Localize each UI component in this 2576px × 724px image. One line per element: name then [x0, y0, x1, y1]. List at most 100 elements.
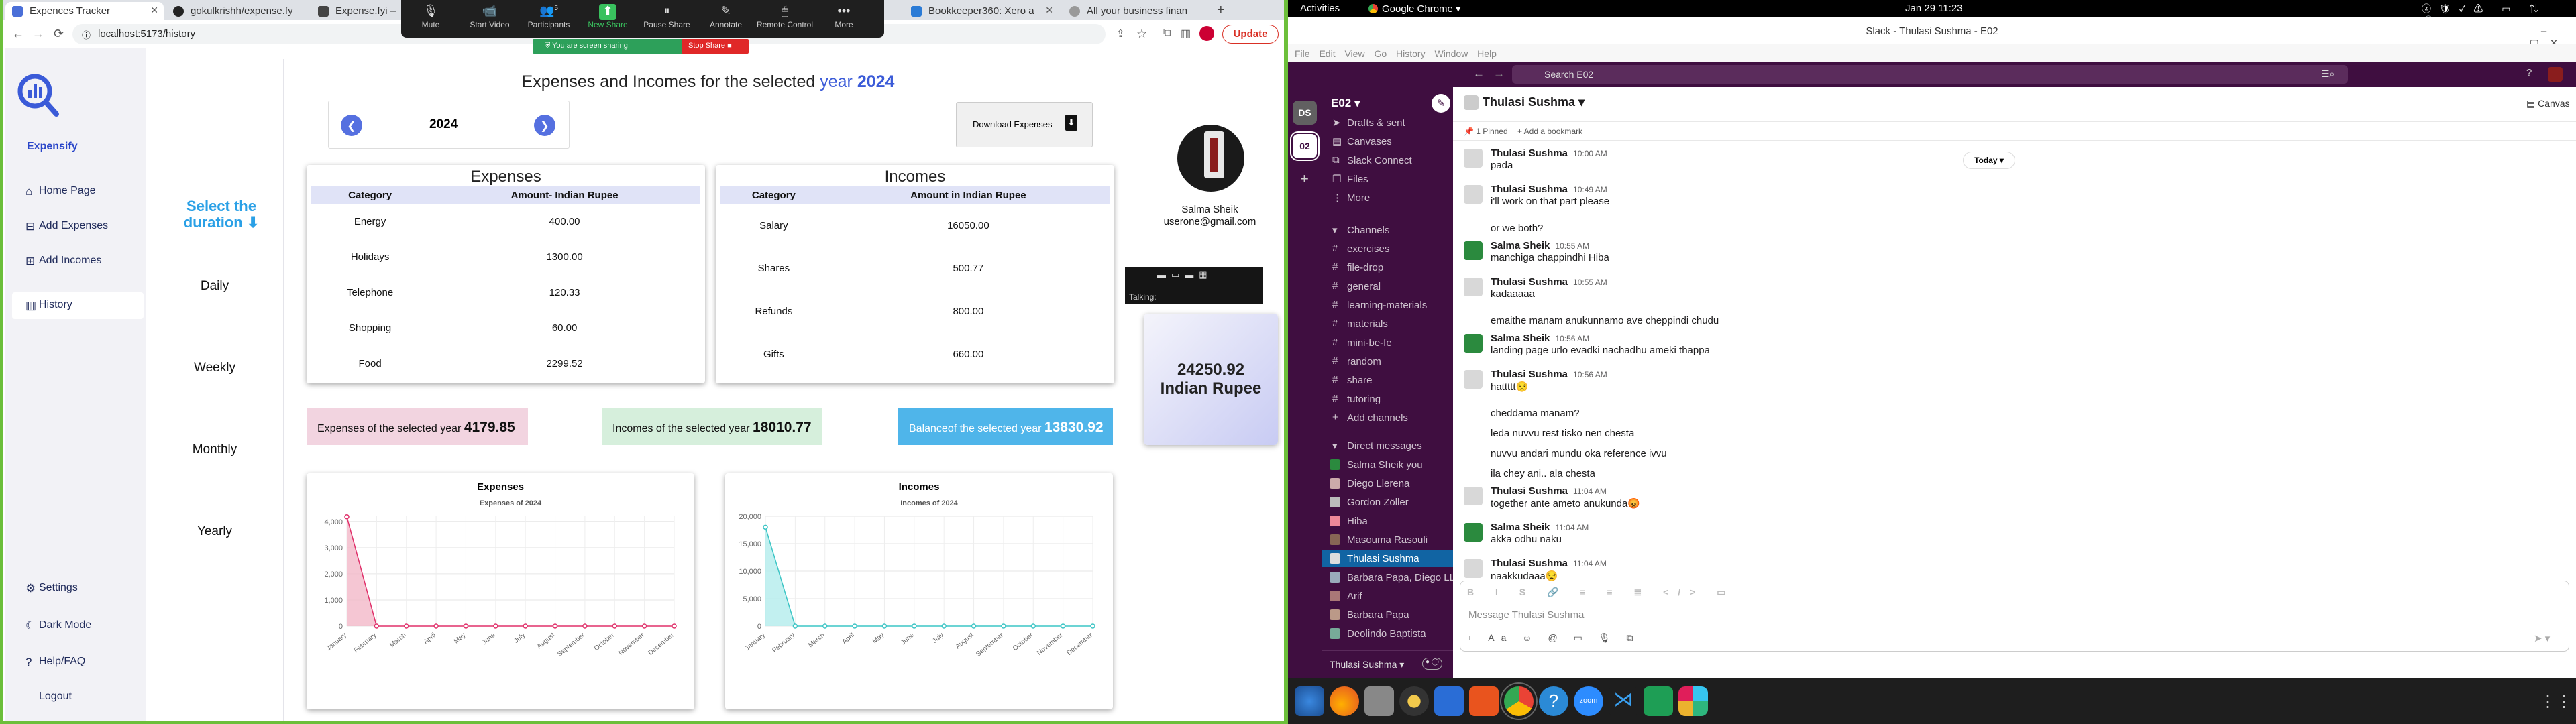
sidebar-item-settings[interactable]: ⚙ Settings	[12, 575, 144, 602]
chrome-update-button[interactable]: Update	[1222, 25, 1279, 44]
browser-tab[interactable]: Bookkeeper360: Xero a ✕	[904, 2, 1059, 20]
avatar[interactable]	[1464, 149, 1483, 168]
channel-item[interactable]: # share	[1322, 371, 1453, 389]
send-icon[interactable]: ➤ ▾	[2534, 632, 2550, 644]
avatar[interactable]	[1464, 370, 1483, 389]
files-icon[interactable]	[1364, 686, 1394, 716]
avatar[interactable]	[1464, 185, 1483, 204]
zoom-pause-share-button[interactable]: ⏸ Pause Share	[637, 4, 696, 29]
dm-item-selected[interactable]: Thulasi Sushma	[1322, 550, 1453, 567]
dm-item[interactable]: Deolindo Baptista	[1322, 625, 1453, 642]
show-apps-icon[interactable]: ⋮⋮⋮	[2540, 686, 2576, 716]
zoom-participants-button[interactable]: 👥5 Participants	[519, 4, 578, 29]
site-info-icon[interactable]: ⓘ	[82, 28, 91, 41]
previous-year-button[interactable]: ❮	[341, 115, 362, 136]
message-sender[interactable]: Salma Sheik 10:55 AM	[1491, 240, 1589, 251]
message-sender[interactable]: Thulasi Sushma 10:49 AM	[1491, 184, 1607, 195]
browser-tab[interactable]: All your business finan	[1063, 2, 1197, 20]
thunderbird-icon[interactable]	[1295, 686, 1324, 716]
dm-item[interactable]: Gordon Zöller	[1322, 493, 1453, 511]
dm-section-header[interactable]: ▾ Direct messages	[1322, 437, 1453, 455]
help-icon[interactable]: ?	[2526, 67, 2532, 78]
dm-item[interactable]: Masouma Rasouli	[1322, 531, 1453, 548]
message-sender[interactable]: Thulasi Sushma 11:04 AM	[1491, 558, 1607, 569]
avatar[interactable]	[1464, 523, 1483, 542]
sidebar-item-canvases[interactable]: ▤ Canvases	[1322, 133, 1453, 150]
share-icon[interactable]: ⇪	[1116, 27, 1125, 40]
sidebar-item-add-incomes[interactable]: ⊞ Add Incomes	[12, 248, 144, 275]
sidebar-item-history[interactable]: ▥ History	[12, 292, 144, 319]
channel-item[interactable]: # materials	[1322, 315, 1453, 333]
help-icon[interactable]: ?	[1539, 686, 1568, 716]
sidebar-item-dark-mode[interactable]: ☾ Dark Mode	[12, 613, 144, 640]
dm-item[interactable]: Salma Sheik you	[1322, 456, 1453, 473]
dm-item[interactable]: Diego Llerena	[1322, 475, 1453, 492]
avatar[interactable]	[1464, 487, 1483, 505]
clock[interactable]: Jan 29 11:23	[1905, 3, 1963, 14]
browser-tab[interactable]: gokulkrishh/expense.fy	[166, 2, 307, 20]
pinned-button[interactable]: 📌 1 Pinned	[1464, 127, 1508, 136]
dm-item[interactable]: Arif	[1322, 587, 1453, 605]
message-sender[interactable]: Thulasi Sushma 10:55 AM	[1491, 276, 1607, 288]
forward-icon[interactable]: →	[1493, 67, 1505, 80]
forward-icon[interactable]: →	[32, 27, 44, 41]
menu-file[interactable]: File	[1295, 48, 1310, 59]
workspace-name[interactable]: E02 ▾	[1331, 97, 1360, 110]
duration-monthly[interactable]: Monthly	[148, 442, 282, 457]
zoom-more-button[interactable]: ••• More	[814, 4, 873, 29]
sidebar-item-logout[interactable]: Logout	[12, 684, 144, 711]
vscode-icon[interactable]: ⋊	[1609, 686, 1638, 716]
new-tab-icon[interactable]: +	[1217, 3, 1225, 18]
sidebar-item-help[interactable]: ? Help/FAQ	[12, 649, 144, 676]
composer-actions[interactable]: + Aa ☺ @ ▭ 🎙 ⧉	[1467, 632, 1640, 644]
menu-window[interactable]: Window	[1434, 48, 1468, 59]
avatar[interactable]	[1464, 334, 1483, 353]
profile-avatar[interactable]	[1199, 26, 1214, 41]
message-input[interactable]: Message Thulasi Sushma	[1468, 609, 1584, 621]
channel-item[interactable]: # learning-materials	[1322, 296, 1453, 314]
compose-icon[interactable]: ✎	[1432, 94, 1450, 113]
sidebar-item-more[interactable]: ⋮ More	[1322, 189, 1453, 206]
conversation-title[interactable]: Thulasi Sushma ▾	[1483, 95, 1585, 109]
avatar[interactable]	[1177, 125, 1244, 192]
close-tab-icon[interactable]: ✕	[150, 5, 158, 16]
back-icon[interactable]: ←	[1473, 67, 1485, 80]
channel-item[interactable]: # mini-be-fe	[1322, 334, 1453, 351]
sidepanel-icon[interactable]: ▥	[1181, 27, 1191, 40]
back-icon[interactable]: ←	[12, 27, 24, 41]
avatar[interactable]	[1464, 241, 1483, 260]
rhythmbox-icon[interactable]	[1399, 686, 1429, 716]
download-expenses-button[interactable]: Download Expenses ⬇	[956, 102, 1093, 147]
message-sender[interactable]: Salma Sheik 11:04 AM	[1491, 522, 1589, 533]
add-workspace-icon[interactable]: +	[1300, 170, 1309, 188]
channels-section-header[interactable]: ▾ Channels	[1322, 221, 1453, 239]
close-tab-icon[interactable]: ✕	[1045, 5, 1053, 16]
zoom-video-button[interactable]: 📹 Start Video	[460, 4, 519, 29]
menu-help[interactable]: Help	[1477, 48, 1497, 59]
menu-go[interactable]: Go	[1374, 48, 1387, 59]
workspace-e02[interactable]: 02	[1290, 131, 1320, 161]
sidebar-item-slack-connect[interactable]: ⧉ Slack Connect	[1322, 152, 1453, 169]
channel-item[interactable]: # file-drop	[1322, 259, 1453, 276]
duration-yearly[interactable]: Yearly	[148, 524, 282, 539]
avatar[interactable]	[1464, 559, 1483, 578]
duration-daily[interactable]: Daily	[148, 279, 282, 294]
stop-share-button[interactable]: Stop Share ■	[682, 39, 749, 54]
add-bookmark-button[interactable]: + Add a bookmark	[1517, 127, 1582, 136]
sheets-icon[interactable]	[1644, 686, 1673, 716]
software-icon[interactable]	[1469, 686, 1499, 716]
channel-item[interactable]: # random	[1322, 353, 1453, 370]
writer-icon[interactable]	[1434, 686, 1464, 716]
zoom-mute-button[interactable]: 🎙 Mute	[401, 4, 460, 29]
activities-button[interactable]: Activities	[1300, 3, 1340, 14]
slack-icon[interactable]	[1678, 686, 1708, 716]
zoom-icon[interactable]: zoom	[1574, 686, 1603, 716]
add-channels-button[interactable]: + Add channels	[1322, 409, 1453, 426]
avatar[interactable]	[1464, 278, 1483, 296]
app-menu[interactable]: Google Chrome ▾	[1382, 3, 1461, 15]
message-sender[interactable]: Thulasi Sushma 11:04 AM	[1491, 485, 1607, 497]
message-sender[interactable]: Thulasi Sushma 10:56 AM	[1491, 369, 1607, 380]
canvas-button[interactable]: ▤ Canvas	[2526, 98, 2570, 109]
zoom-remote-control-button[interactable]: 🖱 Remote Control	[755, 4, 814, 29]
huddle-toggle-icon[interactable]: ● ◯	[1422, 658, 1442, 670]
